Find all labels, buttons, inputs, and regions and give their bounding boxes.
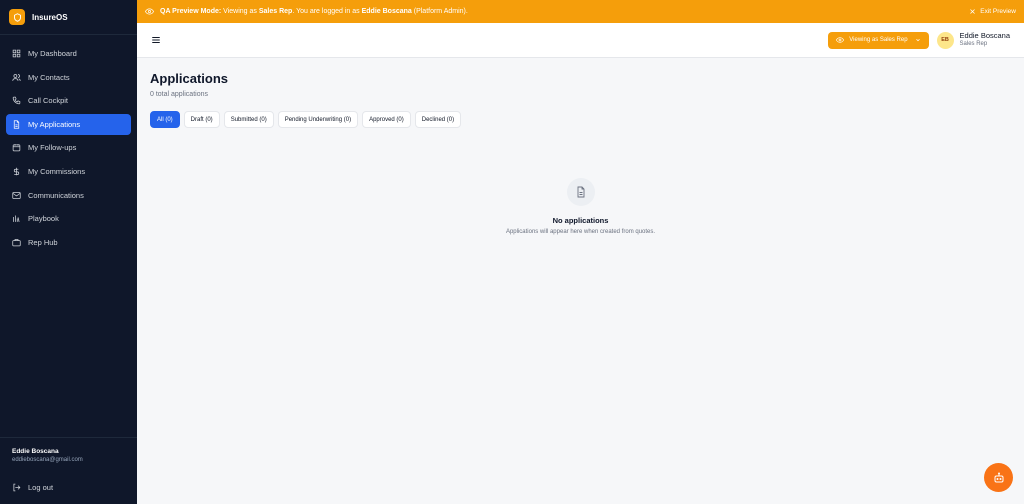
sidebar-item-playbook[interactable]: Playbook [6, 208, 131, 229]
users-icon [12, 73, 21, 81]
empty-state-subtitle: Applications will appear here when creat… [505, 229, 656, 235]
exit-preview-label: Exit Preview [980, 8, 1016, 15]
avatar[interactable]: EB [936, 31, 954, 49]
menu-icon[interactable] [151, 35, 161, 45]
eye-icon [145, 8, 154, 15]
sidebar-item-my-follow-ups[interactable]: My Follow-ups [6, 137, 131, 158]
banner-text-1: Viewing as [223, 8, 257, 15]
banner-user: Eddie Boscana [361, 8, 412, 15]
sidebar-item-label: My Contacts [28, 72, 70, 82]
page-subtitle: 0 total applications [150, 91, 208, 98]
brand[interactable]: InsureOS [0, 0, 137, 34]
tab-submitted[interactable]: Submitted (0) [223, 111, 274, 128]
assistant-chat-button[interactable] [984, 463, 1013, 492]
eye-icon [836, 37, 845, 43]
logout-button[interactable]: Log out [6, 477, 131, 497]
chevron-down-icon [915, 38, 920, 42]
sidebar-item-label: My Applications [28, 119, 81, 129]
sidebar-item-label: Playbook [28, 214, 59, 224]
sidebar-item-my-commissions[interactable]: My Commissions [6, 161, 131, 182]
header-user-role: Sales Rep [959, 40, 988, 47]
logout-icon [13, 483, 21, 491]
sidebar: InsureOS My Dashboard My Contacts Call C… [0, 0, 137, 504]
sidebar-item-label: Communications [28, 190, 84, 200]
tab-draft[interactable]: Draft (0) [183, 111, 220, 128]
status-tabs: All (0) Draft (0) Submitted (0) Pending … [150, 111, 465, 128]
sidebar-item-my-applications[interactable]: My Applications [6, 113, 131, 135]
sidebar-user-email: eddieboscana@gmail.com [12, 457, 83, 463]
sidebar-user-name: Eddie Boscana [12, 448, 59, 455]
file-icon [13, 120, 20, 129]
mail-icon [12, 191, 21, 199]
sidebar-item-label: My Follow-ups [28, 143, 77, 153]
sidebar-nav: My Dashboard My Contacts Call Cockpit My… [0, 35, 137, 253]
banner-text: QA Preview Mode: Viewing as Sales Rep. Y… [160, 8, 468, 15]
sidebar-item-label: Call Cockpit [28, 96, 69, 106]
calendar-icon [12, 144, 21, 152]
empty-state: No applications Applications will appear… [137, 178, 1024, 235]
sidebar-user-section: Eddie Boscana eddieboscana@gmail.com Log… [0, 437, 137, 504]
app-name: InsureOS [32, 12, 68, 22]
sidebar-item-my-dashboard[interactable]: My Dashboard [6, 43, 131, 64]
bars-icon [13, 215, 20, 223]
banner-role: Sales Rep [258, 8, 293, 15]
exit-preview-button[interactable]: Exit Preview [969, 8, 1016, 15]
banner-text-3: (Platform Admin). [413, 8, 468, 15]
dollar-icon [13, 167, 20, 176]
sidebar-item-call-cockpit[interactable]: Call Cockpit [6, 90, 131, 111]
close-icon [970, 9, 976, 14]
header-user-name: Eddie Boscana [959, 31, 1010, 41]
page-title: Applications [150, 71, 229, 86]
tab-approved[interactable]: Approved (0) [362, 111, 411, 128]
banner-text-2: . You are logged in as [292, 8, 360, 15]
sidebar-item-my-contacts[interactable]: My Contacts [6, 67, 131, 88]
sidebar-item-communications[interactable]: Communications [6, 185, 131, 206]
tab-all[interactable]: All (0) [150, 111, 180, 128]
empty-state-title: No applications [552, 216, 609, 225]
grid-icon [12, 49, 21, 58]
sidebar-item-label: My Dashboard [28, 49, 77, 58]
sidebar-item-label: Rep Hub [28, 237, 58, 247]
sidebar-item-label: My Commissions [28, 166, 86, 176]
logout-label: Log out [28, 482, 54, 492]
briefcase-icon [12, 238, 21, 246]
tab-pending-underwriting[interactable]: Pending Underwriting (0) [277, 111, 359, 128]
header-user[interactable]: Eddie Boscana Sales Rep [960, 32, 1010, 48]
qa-preview-banner: QA Preview Mode: Viewing as Sales Rep. Y… [137, 0, 1024, 23]
file-icon [566, 178, 595, 206]
banner-mode-label: QA Preview Mode: [160, 8, 222, 15]
shield-icon [9, 9, 25, 25]
tab-declined[interactable]: Declined (0) [414, 111, 462, 128]
top-header: Viewing as Sales Rep EB Eddie Boscana Sa… [137, 23, 1024, 58]
viewing-as-dropdown[interactable]: Viewing as Sales Rep [828, 31, 929, 49]
sidebar-item-rep-hub[interactable]: Rep Hub [6, 232, 131, 253]
main-content: Applications 0 total applications All (0… [150, 71, 465, 128]
bot-icon [994, 472, 1003, 482]
viewing-as-label: Viewing as Sales Rep [849, 37, 908, 43]
phone-icon [12, 96, 21, 105]
